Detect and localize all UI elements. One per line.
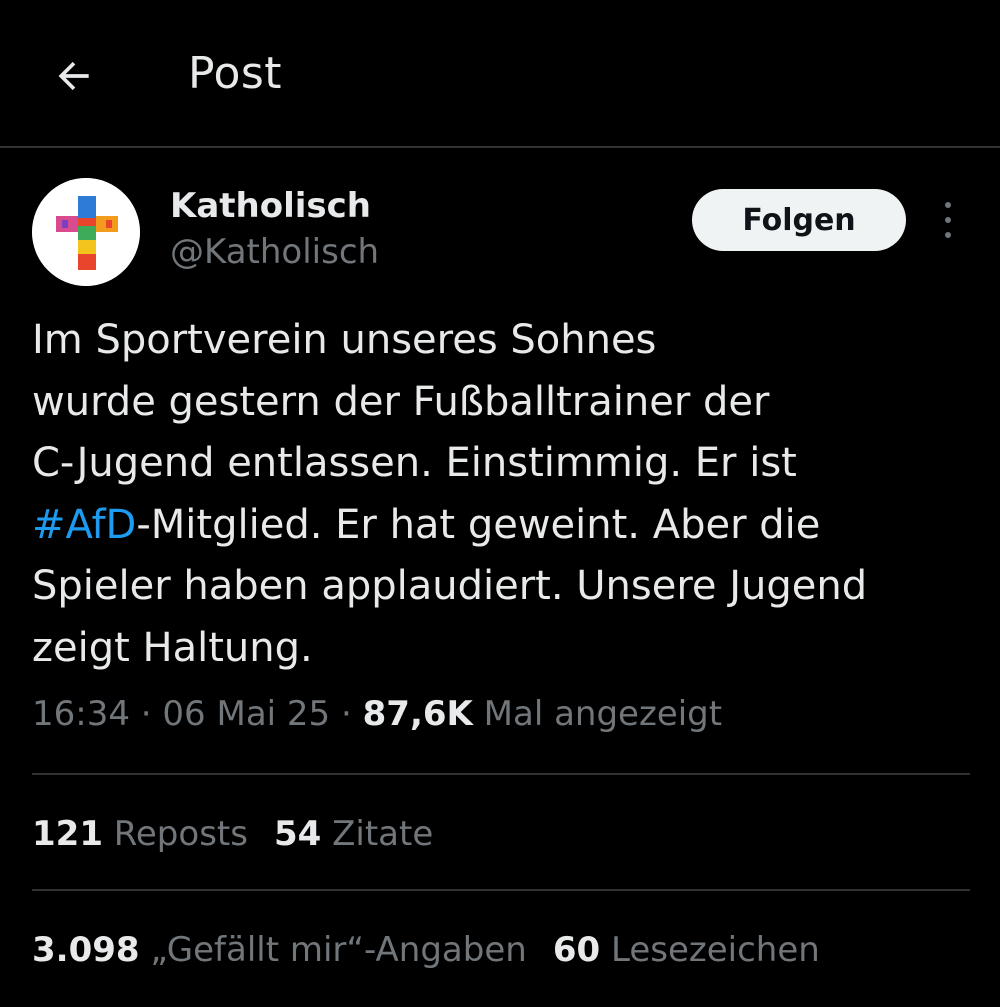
repost-stats-row: 121 Reposts 54 Zitate [32,814,433,854]
bookmarks-label: Lesezeichen [610,930,820,970]
tweet-text: Im Sportverein unseres Sohnes wurde gest… [32,310,972,679]
bookmarks-stat[interactable]: 60 Lesezeichen [553,930,820,970]
hashtag-link[interactable]: #AfD [32,502,136,548]
quotes-count: 54 [273,814,322,854]
author-display-name[interactable]: Katholisch [170,186,371,226]
more-options-button[interactable] [930,196,966,244]
tweet-line: Spieler haben applaudiert. Unsere Jugend [32,563,868,609]
reposts-stat[interactable]: 121 Reposts [32,814,248,854]
views-label: Mal angezeigt [472,694,723,734]
likes-count: 3.098 [32,930,140,970]
colorful-cross-icon [32,178,140,286]
likes-stat[interactable]: 3.098 „Gefällt mir“-Angaben [32,930,527,970]
stats-divider [32,889,970,891]
quotes-label: Zitate [332,814,434,854]
tweet-line: C-Jugend entlassen. Einstimmig. Er ist [32,440,797,486]
avatar[interactable] [32,178,140,286]
tweet-date[interactable]: 06 Mai 25 [162,694,330,734]
bookmarks-count: 60 [552,930,601,970]
likes-label: „Gefällt mir“-Angaben [150,930,527,970]
meta-separator: · [129,694,163,734]
tweet-line-rest: -Mitglied. Er hat geweint. Aber die [136,501,821,548]
views-count: 87,6K [362,694,473,734]
page-title: Post [188,48,283,99]
quotes-stat[interactable]: 54 Zitate [274,814,433,854]
meta-divider [32,773,970,775]
more-vertical-icon [945,202,951,238]
tweet-meta: 16:34 · 06 Mai 25 · 87,6K Mal angezeigt [32,694,722,734]
author-handle[interactable]: @Katholisch [170,232,379,272]
reposts-count: 121 [32,814,103,854]
top-bar: Post [0,0,1000,148]
meta-separator: · [330,694,363,734]
back-button[interactable] [44,50,104,102]
arrow-left-icon [58,61,89,91]
tweet-time[interactable]: 16:34 [32,694,130,734]
tweet-line: #AfD-Mitglied. Er hat geweint. Aber die [32,495,972,557]
tweet-line: zeigt Haltung. [32,624,313,671]
reposts-label: Reposts [113,814,248,854]
tweet-line: Im Sportverein unseres Sohnes [32,317,657,363]
header-divider [0,146,1000,148]
like-stats-row: 3.098 „Gefällt mir“-Angaben 60 Lesezeiche… [32,930,820,970]
follow-button[interactable]: Folgen [692,189,906,251]
tweet-line: wurde gestern der Fußballtrainer der [32,378,770,425]
